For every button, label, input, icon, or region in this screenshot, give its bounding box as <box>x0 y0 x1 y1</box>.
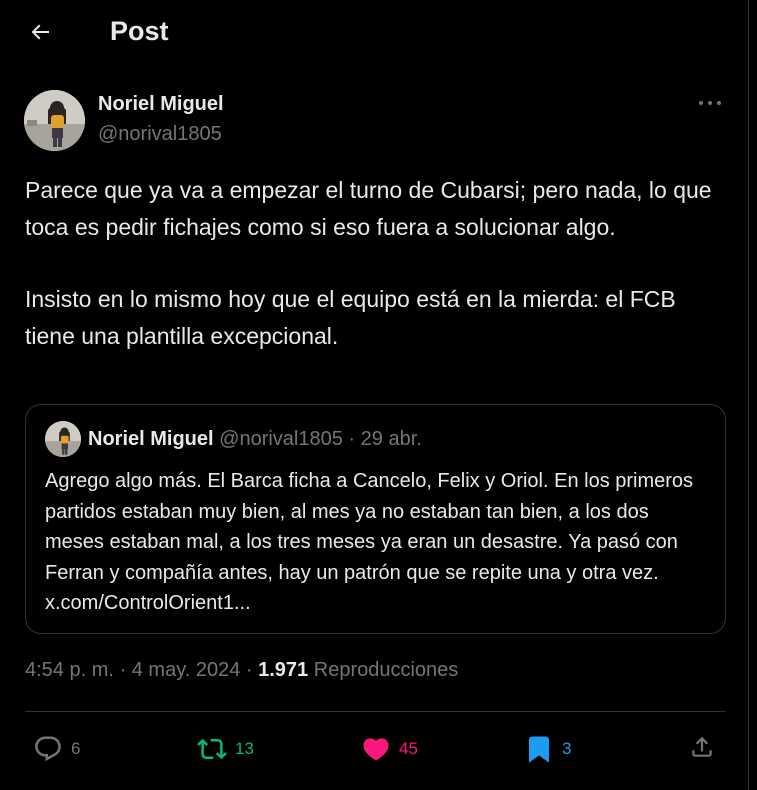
user-avatar-image <box>45 421 81 457</box>
post-date[interactable]: 4 may. 2024 <box>132 659 241 681</box>
bookmark-count: 3 <box>562 739 572 758</box>
post-paragraph: Parece que ya va a empezar el turno de C… <box>25 177 712 240</box>
more-horizontal-icon <box>699 101 721 105</box>
author-avatar[interactable] <box>24 90 85 151</box>
separator-dot: · <box>348 428 356 450</box>
post-text: Parece que ya va a empezar el turno de C… <box>25 172 725 354</box>
quoted-author-avatar <box>45 421 81 457</box>
user-avatar-image <box>24 90 85 151</box>
like-count: 45 <box>399 739 418 758</box>
author-name[interactable]: Noriel Miguel <box>98 93 224 116</box>
reply-button[interactable]: 6 <box>33 734 80 764</box>
post-detail-view: Post Noriel Miguel @norival1805 Parece q… <box>0 0 749 790</box>
views-count: 1.971 <box>258 659 309 681</box>
repost-button[interactable]: 13 <box>197 734 254 764</box>
repost-icon <box>197 738 227 760</box>
more-options-button[interactable] <box>696 91 724 115</box>
repost-count: 13 <box>235 739 254 758</box>
heart-filled-icon <box>363 738 389 761</box>
page-title: Post <box>110 16 169 46</box>
arrow-left-icon <box>31 24 49 40</box>
reply-count: 6 <box>71 739 81 758</box>
share-button[interactable] <box>689 734 715 760</box>
post-author: Noriel Miguel @norival1805 <box>24 89 724 153</box>
post-time[interactable]: 4:54 p. m. <box>25 659 114 681</box>
post-actions-bar: 6 13 45 3 <box>25 712 725 784</box>
back-button[interactable] <box>22 14 58 50</box>
top-bar: Post <box>0 0 749 66</box>
post-paragraph: Insisto en lo mismo hoy que el equipo es… <box>25 286 676 349</box>
author-handle[interactable]: @norival1805 <box>98 123 222 146</box>
separator-dot: · <box>119 659 127 681</box>
bookmark-filled-icon <box>529 736 549 763</box>
like-button[interactable]: 45 <box>361 734 418 764</box>
quoted-post-header: Noriel Miguel @norival1805 · 29 abr. <box>88 428 422 451</box>
quoted-author-name: Noriel Miguel <box>88 428 214 450</box>
quoted-post[interactable]: Noriel Miguel @norival1805 · 29 abr. Agr… <box>25 404 726 634</box>
views-label: Reproducciones <box>313 659 459 681</box>
quoted-author-handle: @norival1805 <box>219 428 343 450</box>
share-icon <box>692 736 712 757</box>
reply-icon <box>35 736 61 762</box>
quoted-post-date: 29 abr. <box>360 428 422 450</box>
quoted-post-text: Agrego algo más. El Barca ficha a Cancel… <box>45 470 694 614</box>
post-meta: 4:54 p. m. · 4 may. 2024 · 1.971 Reprodu… <box>25 659 458 682</box>
separator-dot: · <box>245 659 253 681</box>
bookmark-button[interactable]: 3 <box>524 734 571 764</box>
